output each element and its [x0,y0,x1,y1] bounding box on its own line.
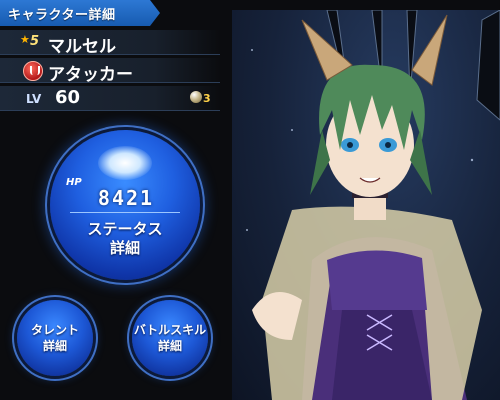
character-detail-header: キャラクター詳細 [0,0,160,26]
character-name: マルセル [48,37,116,57]
skill-label-line1: バトルスキル [133,323,207,337]
rarity-star-icon: ★ 5 [20,33,40,49]
limit-break-orb-icon [190,91,202,103]
talent-detail-button[interactable]: タレント 詳細 [17,300,93,376]
skill-label-line2: 詳細 [157,339,182,353]
battle-skill-detail-button[interactable]: バトルスキル 詳細 [132,300,208,376]
talent-label-line2: 詳細 [42,339,67,353]
limit-break-count: 3 [203,92,211,105]
header-title: キャラクター詳細 [8,8,116,23]
level-row: LV 60 3 [0,86,220,111]
status-label-line1: ステータス [87,220,163,238]
button-glow [98,146,152,180]
talent-detail-label: タレント 詳細 [17,322,93,354]
character-portrait [232,10,500,400]
status-detail-button[interactable]: HP 8421 ステータス 詳細 [50,130,200,280]
level-value: 60 [55,87,81,108]
attacker-role-icon [23,61,43,81]
hp-divider [70,212,180,213]
name-row: ★ 5 マルセル [0,30,220,57]
level-label: LV [26,92,42,106]
character-role: アタッカー [48,65,133,85]
battle-skill-detail-label: バトルスキル 詳細 [132,322,208,354]
status-label-line2: 詳細 [109,239,140,257]
role-row: アタッカー [0,58,220,85]
status-detail-label: ステータス 詳細 [50,220,200,258]
talent-label-line1: タレント [30,323,79,337]
portrait-illustration [246,10,500,400]
rarity-value: 5 [30,34,40,49]
hp-value: 8421 [97,186,155,210]
